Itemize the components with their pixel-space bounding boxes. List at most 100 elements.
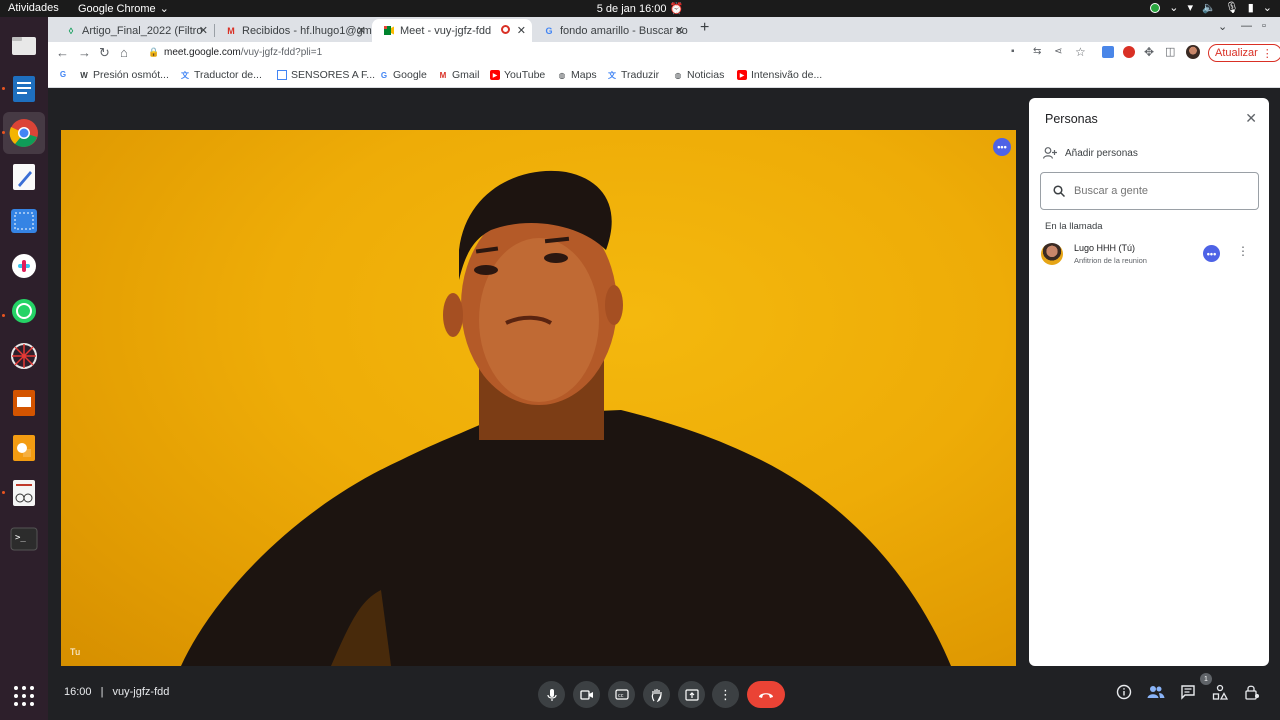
extension-docs-icon[interactable] (1102, 46, 1114, 58)
extension-mega-icon[interactable] (1123, 46, 1135, 58)
system-tray[interactable]: ⌄ ▾ 🔈 🎙 ▮ ⌄ (1150, 1, 1272, 14)
bookmark-traduzir[interactable]: 文 Traduzir (607, 69, 659, 81)
activities-icon (1212, 684, 1229, 700)
document-viewer-icon[interactable] (8, 477, 40, 509)
host-controls-button[interactable] (1244, 684, 1260, 705)
chat-icon (1181, 685, 1195, 700)
more-vert-icon[interactable]: ⋮ (1237, 244, 1249, 258)
web-app-icon[interactable] (8, 340, 40, 372)
in-call-section-label: En la llamada (1045, 221, 1103, 232)
text-editor-icon[interactable] (8, 161, 40, 193)
clock[interactable]: 5 de jan 16:00 ⏰ (0, 2, 1280, 15)
forward-icon[interactable]: → (78, 45, 91, 60)
address-bar[interactable]: meet.google.com/vuy-jgfz-fdd?pli=1 (164, 47, 322, 58)
screenshot-icon[interactable] (8, 205, 40, 237)
people-search-field[interactable] (1040, 172, 1259, 210)
translate-icon: 文 (181, 70, 189, 80)
home-icon[interactable]: ⌂ (120, 45, 128, 60)
meet-icon (384, 26, 394, 36)
captions-icon: cc (614, 689, 629, 700)
google-icon: G (380, 70, 388, 80)
participant-count-badge: 1 (1200, 673, 1212, 685)
update-chrome-button[interactable]: Atualizar ⋮ (1208, 44, 1280, 62)
gmail-icon: M (439, 70, 447, 80)
raise-hand-button[interactable] (643, 681, 670, 708)
back-icon[interactable]: ← (56, 45, 69, 60)
tab-search-icon[interactable]: ⌄ (1218, 20, 1227, 33)
hang-up-icon (759, 692, 773, 698)
add-person-icon (1043, 147, 1057, 159)
people-search-input[interactable] (1074, 185, 1244, 197)
running-indicator (2, 87, 5, 90)
more-options-button[interactable]: ⋮ (712, 681, 739, 708)
bookmark-google-g[interactable]: G (58, 69, 68, 79)
whatsapp-icon[interactable] (8, 295, 40, 327)
share-icon[interactable]: ⋖ (1054, 46, 1062, 57)
tab-gmail[interactable]: M Recibidos - hf.lhugo1@gm ✕ (214, 19, 372, 42)
slack-icon[interactable] (8, 250, 40, 282)
more-options-icon[interactable]: ••• (993, 138, 1011, 156)
participant-row[interactable]: Lugo HHH (Tú) Anfitrion de la reunion ••… (1041, 241, 1263, 269)
bookmark-youtube[interactable]: ▶ YouTube (490, 69, 545, 81)
chat-button[interactable] (1180, 684, 1196, 705)
system-top-bar: Atividades Google Chrome ⌄ 5 de jan 16:0… (0, 0, 1280, 17)
minimize-icon[interactable]: — (1241, 20, 1252, 32)
gmail-icon: M (227, 25, 235, 36)
bookmark-maps[interactable]: ◍ Maps (557, 69, 597, 81)
self-video-tile[interactable]: Tu ••• (61, 130, 1016, 666)
camera-in-use-icon[interactable]: ▪ (1011, 46, 1015, 57)
close-panel-icon[interactable]: ✕ (1245, 110, 1257, 127)
leave-call-button[interactable] (747, 681, 785, 708)
activities-button[interactable] (1212, 684, 1229, 705)
panel-title: Personas (1045, 112, 1098, 126)
show-apps-icon[interactable] (8, 680, 40, 712)
chevron-down-icon: ⌄ (1262, 2, 1272, 14)
bookmark-presion[interactable]: W Presión osmót... (79, 69, 169, 81)
close-icon[interactable]: ✕ (199, 24, 208, 37)
chrome-icon[interactable] (3, 112, 45, 154)
bookmark-noticias[interactable]: ◍ Noticias (673, 69, 725, 81)
close-icon[interactable]: ✕ (675, 24, 684, 37)
captions-button[interactable]: cc (608, 681, 635, 708)
doc-icon (277, 70, 287, 80)
bookmark-star-icon[interactable]: ☆ (1075, 45, 1086, 59)
microphone-button[interactable] (538, 681, 565, 708)
side-panel-icon[interactable]: ◫ (1165, 45, 1175, 58)
lock-icon[interactable]: 🔒 (148, 47, 159, 58)
translate-icon: 文 (608, 70, 616, 80)
participant-more-icon[interactable]: ••• (1203, 245, 1220, 262)
files-icon[interactable] (8, 29, 40, 61)
add-people-button[interactable]: Añadir personas (1043, 147, 1138, 159)
draw-icon[interactable] (8, 432, 40, 464)
close-icon[interactable]: ✕ (517, 24, 526, 37)
tab-google-search[interactable]: G fondo amarillo - Buscar co ✕ (532, 19, 690, 42)
terminal-icon[interactable]: >_ (8, 523, 40, 555)
tab-meet[interactable]: Meet - vuy-jgfz-fdd ✕ (372, 19, 532, 42)
translate-icon[interactable]: ⇆ (1033, 46, 1041, 57)
avatar (1041, 243, 1063, 265)
bookmark-traductor[interactable]: 文 Traductor de... (180, 69, 262, 81)
meeting-details-button[interactable] (1116, 684, 1132, 705)
tab-title: Recibidos - hf.lhugo1@gm (242, 24, 372, 37)
writer-icon[interactable] (8, 73, 40, 105)
info-icon (1116, 684, 1132, 700)
meet-controls-bar: 16:00 | vuy-jgfz-fdd cc ⋮ 1 (48, 673, 1280, 720)
bookmark-intensivao[interactable]: ▶ Intensivão de... (737, 69, 822, 81)
tab-artigo[interactable]: ◊ Artigo_Final_2022 (Filtro ✕ (54, 19, 214, 42)
people-button[interactable] (1147, 684, 1165, 705)
running-indicator (2, 314, 5, 317)
close-icon[interactable]: ✕ (357, 24, 366, 37)
reload-icon[interactable]: ↻ (99, 45, 110, 61)
bookmark-sensores[interactable]: SENSORES A F... (277, 69, 375, 81)
bookmark-google[interactable]: G Google (379, 69, 427, 81)
profile-avatar[interactable] (1186, 45, 1200, 59)
youtube-icon: ▶ (737, 70, 747, 80)
extensions-puzzle-icon[interactable]: ✥ (1144, 45, 1154, 59)
new-tab-icon[interactable]: + (700, 19, 709, 37)
present-screen-button[interactable] (678, 681, 705, 708)
youtube-icon: ▶ (490, 70, 500, 80)
restore-icon[interactable]: ▫ (1262, 20, 1266, 32)
camera-button[interactable] (573, 681, 600, 708)
bookmark-gmail[interactable]: M Gmail (438, 69, 480, 81)
impress-icon[interactable] (8, 387, 40, 419)
